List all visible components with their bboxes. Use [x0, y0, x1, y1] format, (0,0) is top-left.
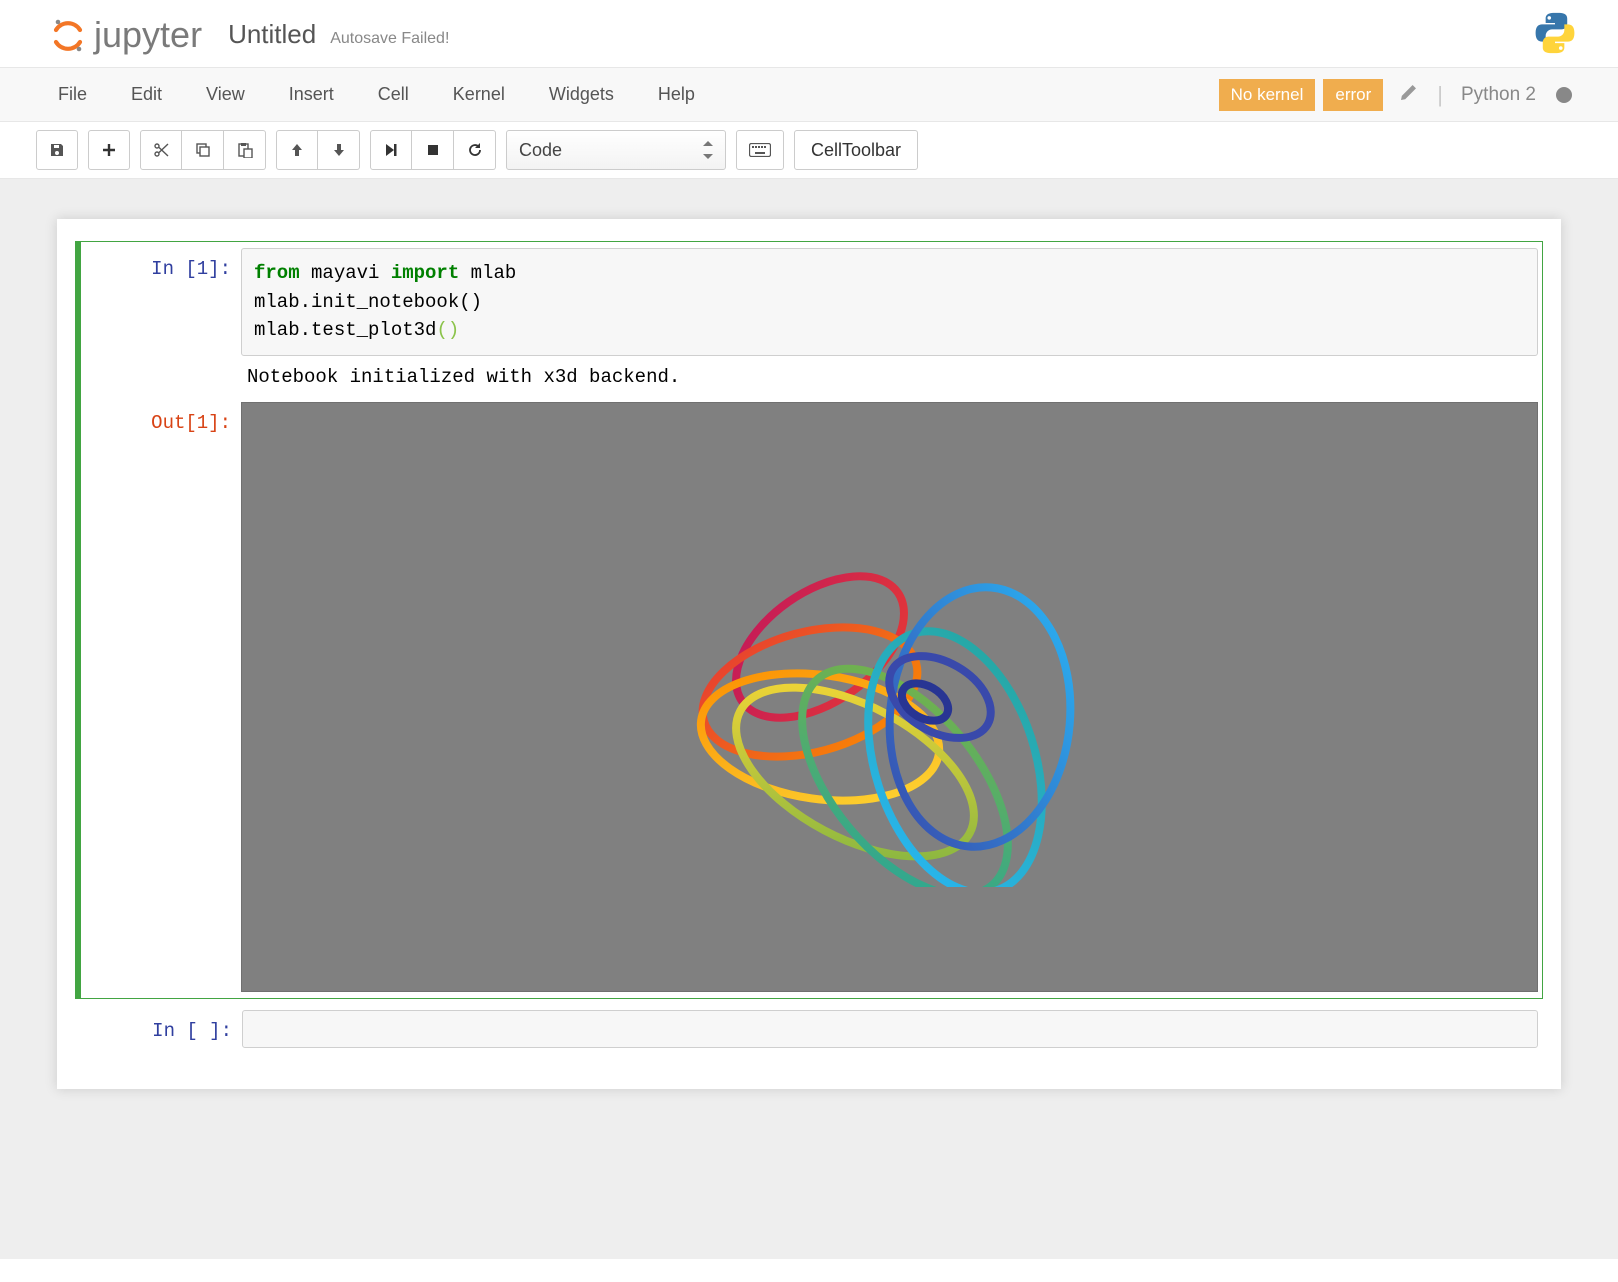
x3d-plot-output[interactable] — [241, 402, 1538, 992]
cut-button[interactable] — [140, 130, 182, 170]
menu-edit[interactable]: Edit — [109, 72, 184, 117]
step-forward-icon — [383, 142, 399, 158]
notebook-title[interactable]: Untitled — [228, 19, 316, 50]
add-cell-button[interactable] — [88, 130, 130, 170]
celltoolbar-button[interactable]: CellToolbar — [794, 130, 918, 170]
edit-metadata-icon[interactable] — [1391, 84, 1425, 105]
restart-button[interactable] — [454, 130, 496, 170]
stop-icon — [425, 142, 441, 158]
jupyter-logo[interactable]: jupyter — [50, 14, 202, 56]
paste-icon — [237, 142, 253, 158]
notebook-container: In [1]: from mayavi import mlab mlab.ini… — [57, 219, 1561, 1089]
code-cell[interactable]: In [ ]: — [75, 1003, 1543, 1055]
code-input[interactable]: from mayavi import mlab mlab.init_notebo… — [241, 248, 1538, 356]
separator: | — [1433, 82, 1447, 108]
copy-button[interactable] — [182, 130, 224, 170]
scissors-icon — [153, 142, 169, 158]
kernel-indicator-icon — [1556, 87, 1572, 103]
menu-file[interactable]: File — [36, 72, 109, 117]
arrow-up-icon — [289, 142, 305, 158]
stop-button[interactable] — [412, 130, 454, 170]
menu-view[interactable]: View — [184, 72, 267, 117]
code-cell[interactable]: In [1]: from mayavi import mlab mlab.ini… — [75, 241, 1543, 999]
menu-kernel[interactable]: Kernel — [431, 72, 527, 117]
menu-insert[interactable]: Insert — [267, 72, 356, 117]
paste-button[interactable] — [224, 130, 266, 170]
plot3d-visual — [680, 507, 1100, 887]
refresh-icon — [467, 142, 483, 158]
copy-icon — [195, 142, 211, 158]
run-button[interactable] — [370, 130, 412, 170]
cell-type-selected: Code — [519, 140, 562, 161]
notebook-scroll-area[interactable]: In [1]: from mayavi import mlab mlab.ini… — [0, 179, 1618, 1259]
move-up-button[interactable] — [276, 130, 318, 170]
toolbar: Code CellToolbar — [0, 122, 1618, 179]
jupyter-logo-text: jupyter — [94, 14, 202, 56]
no-kernel-badge: No kernel — [1219, 79, 1316, 111]
jupyter-icon — [50, 17, 86, 53]
stdout-output: Notebook initialized with x3d backend. — [241, 356, 1538, 402]
keyboard-icon — [749, 143, 771, 157]
notebook-header: jupyter Untitled Autosave Failed! — [0, 0, 1618, 68]
command-palette-button[interactable] — [736, 130, 784, 170]
output-prompt: Out[1]: — [81, 402, 241, 992]
menu-help[interactable]: Help — [636, 72, 717, 117]
input-prompt: In [ ]: — [82, 1010, 242, 1048]
save-icon — [49, 142, 65, 158]
menu-cell[interactable]: Cell — [356, 72, 431, 117]
error-badge: error — [1323, 79, 1383, 111]
code-input[interactable] — [242, 1010, 1538, 1048]
cell-type-select[interactable]: Code — [506, 130, 726, 170]
save-button[interactable] — [36, 130, 78, 170]
menu-widgets[interactable]: Widgets — [527, 72, 636, 117]
autosave-status: Autosave Failed! — [330, 30, 449, 48]
arrow-down-icon — [331, 142, 347, 158]
move-down-button[interactable] — [318, 130, 360, 170]
python-logo-icon — [1532, 10, 1578, 59]
menubar: File Edit View Insert Cell Kernel Widget… — [0, 68, 1618, 122]
kernel-name[interactable]: Python 2 — [1455, 84, 1542, 106]
plus-icon — [101, 142, 117, 158]
